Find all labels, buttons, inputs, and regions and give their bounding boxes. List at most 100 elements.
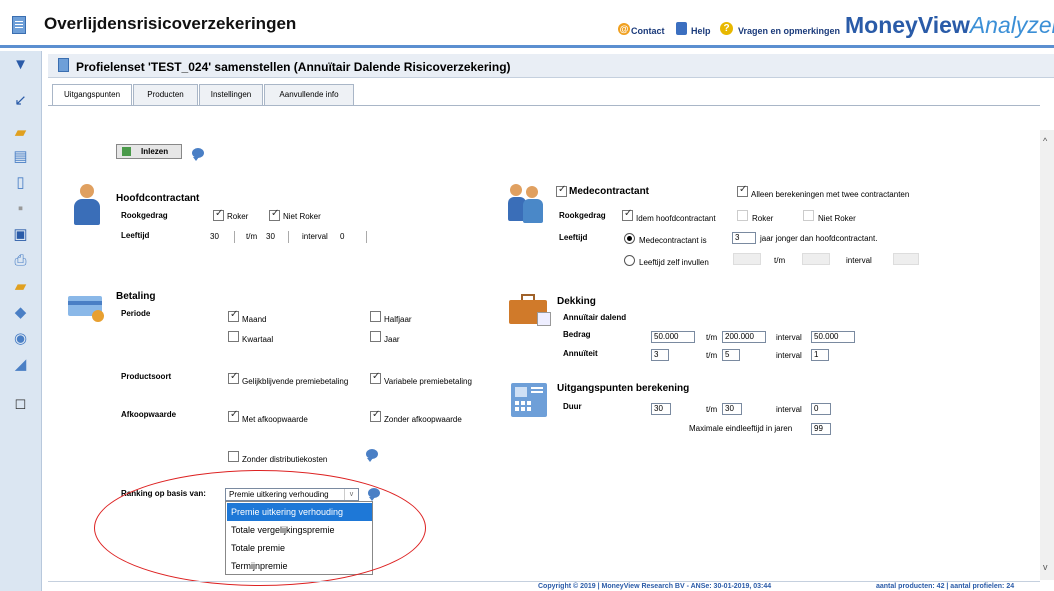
new-document-icon[interactable]: ▯ <box>12 175 29 191</box>
hoofd-niet-roker-checkbox[interactable] <box>269 208 280 221</box>
maand-label: Maand <box>242 315 267 324</box>
bedrag-interval-input[interactable]: 50.000 <box>811 331 855 343</box>
jaar-jonger-label: jaar jonger dan hoofdcontractant. <box>760 234 878 243</box>
halfjaar-label: Halfjaar <box>384 315 412 324</box>
panel-document-icon <box>58 58 69 72</box>
bedrag-to-input[interactable]: 200.000 <box>722 331 766 343</box>
annuitair-dalend-label: Annuïtair dalend <box>563 313 627 322</box>
duur-interval-input[interactable]: 0 <box>811 403 831 415</box>
save-as-icon[interactable]: ▣ <box>12 227 29 243</box>
hoofd-interval-value[interactable]: 0 <box>340 232 344 241</box>
distributie-label: Zonder distributiekosten <box>242 455 328 464</box>
upload-icon[interactable]: ◆ <box>12 305 29 321</box>
tab-uitgangspunten[interactable]: Uitgangspunten <box>52 84 132 106</box>
zonder-afkoop-checkbox[interactable] <box>370 409 381 422</box>
brand-logo: MoneyViewAnalyzer <box>845 12 1054 39</box>
question-icon: ? <box>720 22 733 35</box>
max-eindleeftijd-input[interactable]: 99 <box>811 423 831 435</box>
duur-from-input[interactable]: 30 <box>651 403 671 415</box>
mede-interval-input <box>893 253 919 265</box>
info-bubble-icon[interactable] <box>192 148 204 161</box>
jaar-jonger-input[interactable]: 3 <box>732 232 756 244</box>
help-link[interactable]: Help <box>691 26 711 36</box>
scrollbar[interactable]: ^ v <box>1040 130 1054 580</box>
inlezen-button[interactable]: Inlezen <box>116 144 182 159</box>
import-icon <box>122 147 131 156</box>
separator <box>234 231 235 243</box>
print-icon[interactable]: ⎙ <box>12 253 29 269</box>
tab-producten[interactable]: Producten <box>133 84 198 106</box>
hoofd-interval-label: interval <box>302 232 328 241</box>
afkoopwaarde-label: Afkoopwaarde <box>121 410 177 419</box>
feedback-link[interactable]: Vragen en opmerkingen <box>738 26 840 36</box>
annuiteit-interval-input[interactable]: 1 <box>811 349 829 361</box>
checkbox-icon[interactable]: ☐ <box>12 397 29 413</box>
hoofd-roker-checkbox[interactable] <box>213 208 224 221</box>
info-bubble-icon[interactable] <box>366 449 378 462</box>
distributie-checkbox[interactable] <box>228 451 239 462</box>
leeftijd-zelf-radio[interactable] <box>624 255 635 266</box>
max-eindleeftijd-label: Maximale eindleeftijd in jaren <box>689 424 793 433</box>
bedrag-from-input[interactable]: 50.000 <box>651 331 695 343</box>
hoofd-rookgedrag-label: Rookgedrag <box>121 211 168 220</box>
zonder-afkoop-label: Zonder afkoopwaarde <box>384 415 462 424</box>
copyright-text: Copyright © 2019 | MoneyView Research BV… <box>538 583 772 590</box>
contact-link[interactable]: Contact <box>631 26 665 36</box>
medecontractant-checkbox[interactable] <box>556 184 567 197</box>
mede-rookgedrag-label: Rookgedrag <box>559 211 606 220</box>
medecontractant-is-radio[interactable] <box>624 233 635 244</box>
maand-checkbox[interactable] <box>228 309 239 322</box>
bedrag-label: Bedrag <box>563 330 591 339</box>
app-title: Overlijdensrisicoverzekeringen <box>44 14 297 33</box>
alleen-twee-checkbox[interactable] <box>737 184 748 197</box>
hoofd-niet-roker-label: Niet Roker <box>283 212 321 221</box>
scroll-down-icon[interactable]: v <box>1043 562 1048 572</box>
dekking-title: Dekking <box>557 296 596 307</box>
leeftijd-zelf-label: Leeftijd zelf invullen <box>639 258 709 267</box>
exit-icon[interactable]: ◢ <box>12 357 29 373</box>
export-icon[interactable]: ▰ <box>12 279 29 295</box>
highlight-ellipse <box>94 470 426 586</box>
mede-tm-label: t/m <box>774 256 786 265</box>
tab-instellingen[interactable]: Instellingen <box>199 84 263 106</box>
mede-roker-checkbox <box>737 210 748 221</box>
betaling-title: Betaling <box>116 291 156 302</box>
mede-title: Medecontractant <box>569 186 650 197</box>
bedrag-tm-label: t/m <box>706 333 718 342</box>
variabel-label: Variabele premiebetaling <box>384 377 472 386</box>
variabel-checkbox[interactable] <box>370 371 381 384</box>
refresh-icon[interactable]: ◉ <box>12 331 29 347</box>
help-book-icon <box>676 22 687 35</box>
halfjaar-checkbox[interactable] <box>370 311 381 322</box>
jaar-checkbox[interactable] <box>370 331 381 342</box>
hoofd-leeftijd-from[interactable]: 30 <box>210 232 219 241</box>
mede-interval-label: interval <box>846 256 872 265</box>
back-arrow-icon[interactable]: ↙ <box>12 93 29 109</box>
duur-label: Duur <box>563 402 582 411</box>
scroll-up-icon[interactable]: ^ <box>1043 136 1047 146</box>
met-afkoop-checkbox[interactable] <box>228 409 239 422</box>
hoofd-leeftijd-to[interactable]: 30 <box>266 232 275 241</box>
hoofd-tm-label: t/m <box>246 232 258 241</box>
hoofd-roker-label: Roker <box>227 212 249 221</box>
periode-label: Periode <box>121 309 151 318</box>
annuiteit-label: Annuïteit <box>563 349 598 358</box>
brand-sub: Analyzer <box>969 12 1054 38</box>
annuiteit-from-input[interactable]: 3 <box>651 349 669 361</box>
document-list-icon[interactable]: ▤ <box>12 149 29 165</box>
hoofd-leeftijd-label: Leeftijd <box>121 231 150 240</box>
idem-hoofd-label: Idem hoofdcontractant <box>636 214 716 223</box>
folder-open-icon[interactable]: ▰ <box>12 125 29 141</box>
tab-aanvullende-info[interactable]: Aanvullende info <box>264 84 354 106</box>
annuiteit-to-input[interactable]: 5 <box>722 349 740 361</box>
duur-to-input[interactable]: 30 <box>722 403 742 415</box>
medecontractant-is-label: Medecontractant is <box>639 236 707 245</box>
kwartaal-checkbox[interactable] <box>228 331 239 342</box>
hoofd-title: Hoofdcontractant <box>116 193 200 204</box>
payment-card-icon <box>68 296 108 326</box>
gelijkblijvend-checkbox[interactable] <box>228 371 239 384</box>
duur-tm-label: t/m <box>706 405 718 414</box>
save-disabled-icon: ▪ <box>17 200 24 217</box>
collapse-arrow-icon[interactable]: ▼ <box>12 57 29 73</box>
idem-hoofd-checkbox[interactable] <box>622 208 633 221</box>
